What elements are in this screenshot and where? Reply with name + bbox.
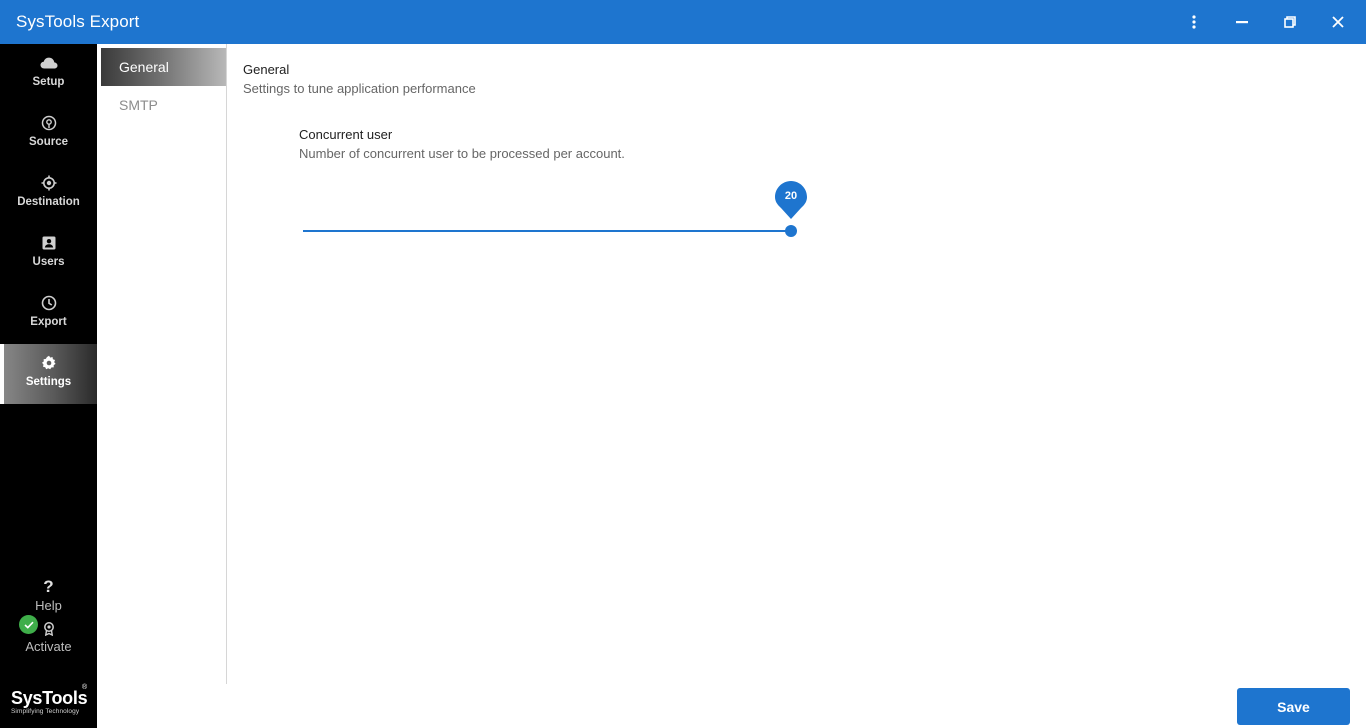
save-button[interactable]: Save <box>1237 688 1350 725</box>
gear-icon <box>41 354 57 372</box>
help-icon: ? <box>43 577 54 596</box>
target-icon <box>41 174 57 192</box>
slider-value: 20 <box>784 190 798 202</box>
user-card-icon <box>42 234 56 252</box>
slider-thumb[interactable] <box>785 225 797 237</box>
clock-icon <box>41 294 57 312</box>
field-description: Number of concurrent user to be processe… <box>299 146 625 161</box>
cloud-icon <box>40 54 58 72</box>
slider-value-pin: 20 <box>775 181 807 219</box>
sidebar-item-label: Destination <box>17 196 80 208</box>
general-section-header: General Settings to tune application per… <box>243 62 476 96</box>
field-label: Concurrent user <box>299 127 393 142</box>
slider-track[interactable] <box>303 230 791 232</box>
concurrent-user-field: Concurrent user Number of concurrent use… <box>299 127 625 161</box>
sidebar-item-destination[interactable]: Destination <box>0 164 97 224</box>
tab-general[interactable]: General <box>101 48 226 86</box>
sidebar-item-source[interactable]: Source <box>0 104 97 164</box>
brand-tagline: Simplifying Technology <box>11 708 80 715</box>
tab-smtp[interactable]: SMTP <box>101 86 226 124</box>
sidebar-item-label: Users <box>32 256 65 268</box>
restore-icon[interactable] <box>1276 8 1304 36</box>
activate-button[interactable]: Activate <box>0 622 97 654</box>
sidebar-item-export[interactable]: Export <box>0 284 97 344</box>
activate-label: Activate <box>25 639 72 654</box>
sidebar: Setup Source Destination Users Export Se… <box>0 44 97 728</box>
concurrent-user-slider[interactable]: 20 <box>303 180 807 240</box>
license-badge-icon <box>0 622 97 636</box>
sidebar-item-settings[interactable]: Settings <box>0 344 97 404</box>
brand-registered: ® <box>82 684 88 691</box>
app-title: SysTools Export <box>16 12 140 31</box>
section-title: General <box>243 62 290 77</box>
title-bar: SysTools Export <box>0 0 1366 44</box>
sidebar-item-users[interactable]: Users <box>0 224 97 284</box>
sidebar-item-setup[interactable]: Setup <box>0 44 97 104</box>
settings-subnav: General SMTP <box>97 44 227 684</box>
help-label: Help <box>35 598 62 613</box>
section-description: Settings to tune application performance <box>243 81 476 96</box>
sidebar-item-label: Source <box>29 136 68 148</box>
brand-name: SysTools <box>11 688 88 708</box>
sidebar-item-label: Setup <box>32 76 65 88</box>
minimize-icon[interactable] <box>1228 8 1256 36</box>
source-icon <box>41 114 57 132</box>
help-button[interactable]: ? Help <box>0 577 97 614</box>
sidebar-item-label: Settings <box>25 376 72 388</box>
kebab-menu-icon[interactable] <box>1180 8 1208 36</box>
close-icon[interactable] <box>1324 8 1352 36</box>
sidebar-item-label: Export <box>30 316 67 328</box>
